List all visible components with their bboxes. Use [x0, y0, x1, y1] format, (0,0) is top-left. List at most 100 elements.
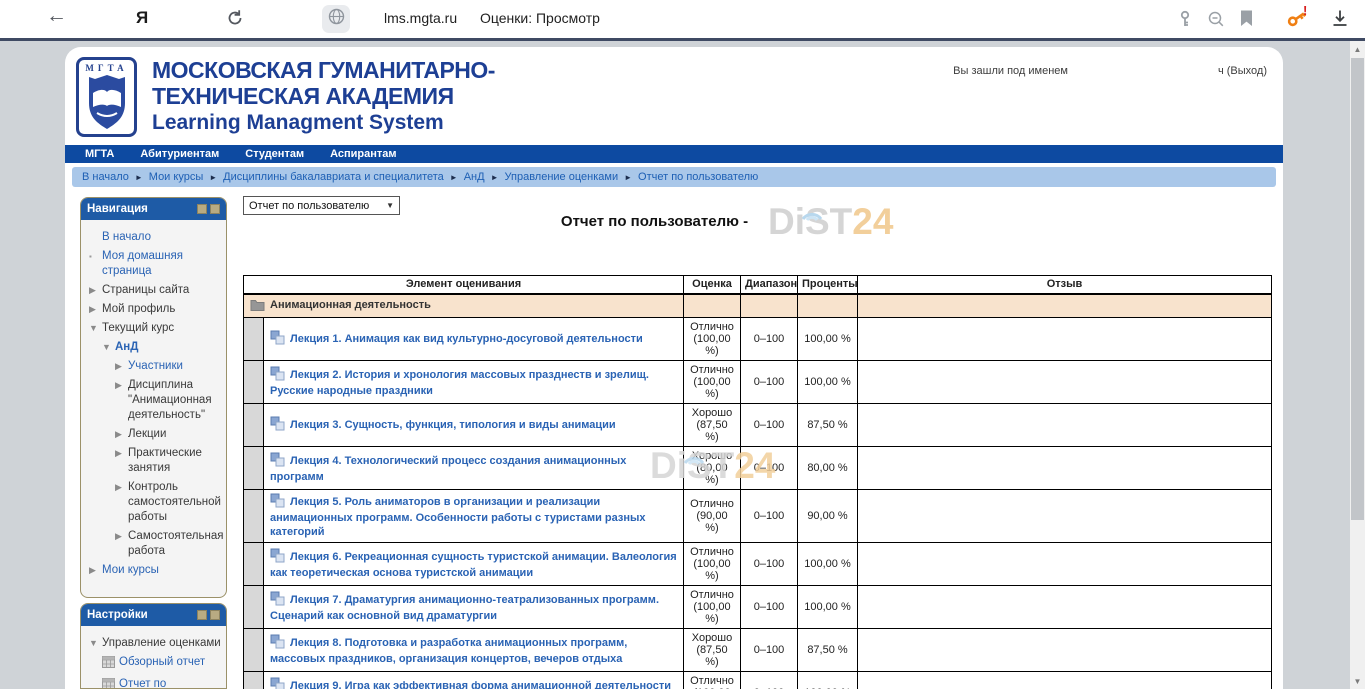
row-spacer-cell — [244, 403, 264, 446]
back-icon[interactable]: ← — [46, 4, 67, 28]
breadcrumb-link[interactable]: Отчет по пользователю — [638, 171, 758, 183]
nav-menu-item[interactable]: Аспирантам — [330, 148, 396, 160]
yandex-icon[interactable]: Я — [136, 8, 148, 28]
protect-key-alert-icon[interactable]: ! — [1284, 6, 1309, 31]
sidebar-item[interactable]: ▶Лекции — [87, 427, 223, 442]
empty-cell — [684, 294, 741, 318]
grade-item-link[interactable]: Лекция 3. Сущность, функция, типология и… — [290, 419, 616, 431]
expanded-arrow-icon: ▼ — [89, 321, 102, 336]
grade-item-link[interactable]: Лекция 8. Подготовка и разработка анимац… — [270, 637, 627, 665]
item-cell: Лекция 5. Роль аниматоров в организации … — [264, 489, 684, 542]
lesson-icon — [270, 634, 285, 652]
zoom-out-icon[interactable] — [1206, 9, 1226, 29]
navigation-block: Навигация В начало ▪Моя домашняя страница… — [80, 197, 227, 598]
range-cell: 0–100 — [741, 403, 798, 446]
sidebar-item[interactable]: ▶Участники — [87, 359, 223, 374]
page-background: МГТА МОСКОВСКАЯ ГУМАНИТАРНО- ТЕХНИЧЕСКАЯ… — [0, 41, 1365, 689]
grade-row: Лекция 6. Рекреационная сущность туристс… — [244, 542, 1272, 585]
grade-item-link[interactable]: Лекция 2. История и хронология массовых … — [270, 369, 649, 397]
grade-item-link[interactable]: Лекция 1. Анимация как вид культурно-дос… — [290, 333, 643, 345]
nav-menu-item[interactable]: Студентам — [245, 148, 304, 160]
sidebar-item[interactable]: ▶Мои курсы — [87, 563, 223, 578]
scroll-down-icon[interactable]: ▼ — [1350, 677, 1365, 686]
feedback-cell — [858, 489, 1272, 542]
sidebar-item[interactable]: ▶Контроль самостоятельной работы — [87, 480, 223, 525]
collapsed-arrow-icon: ▶ — [89, 283, 102, 298]
sidebar-item[interactable]: ▶Практические занятия — [87, 446, 223, 476]
sidebar-item-label: Обзорный отчет — [119, 655, 205, 670]
refresh-icon[interactable] — [226, 9, 244, 27]
scrollbar-thumb[interactable] — [1351, 58, 1364, 520]
sidebar-item[interactable]: ▶Страницы сайта — [87, 283, 223, 298]
column-header: Отзыв — [858, 276, 1272, 294]
password-key-icon[interactable] — [1176, 8, 1198, 30]
breadcrumb-link[interactable]: АнД — [464, 171, 485, 183]
grade-row: Лекция 8. Подготовка и разработка анимац… — [244, 628, 1272, 671]
address-url[interactable]: lms.mgta.ru — [384, 10, 457, 26]
column-header: Диапазон — [741, 276, 798, 294]
category-label: Анимационная деятельность — [270, 299, 431, 311]
feedback-cell — [858, 671, 1272, 689]
sidebar-item-label: Моя домашняя страница — [102, 249, 223, 279]
sidebar-item[interactable]: Отчет по пользователю — [87, 677, 223, 689]
sidebar-item[interactable]: ▶Дисциплина "Анимационная деятельность" — [87, 378, 223, 423]
sidebar-item[interactable]: Обзорный отчет — [87, 655, 223, 673]
vertical-scrollbar[interactable]: ▲ ▼ — [1350, 41, 1365, 689]
sidebar-item-label: Участники — [128, 359, 183, 374]
lesson-icon — [270, 591, 285, 609]
feedback-cell — [858, 446, 1272, 489]
sidebar-item-label: Текущий курс — [102, 321, 174, 336]
column-header: Элемент оценивания — [244, 276, 684, 294]
navigation-block-title: Навигация — [87, 203, 194, 215]
dock-block-icon[interactable] — [210, 610, 220, 620]
scroll-up-icon[interactable]: ▲ — [1350, 45, 1365, 54]
row-spacer-cell — [244, 360, 264, 403]
breadcrumb-link[interactable]: В начало — [82, 171, 129, 183]
header-row: Элемент оцениванияОценкаДиапазонПроценты… — [244, 276, 1272, 294]
sidebar-item[interactable]: ▼Управление оценками — [87, 636, 223, 651]
grade-row: Лекция 1. Анимация как вид культурно-дос… — [244, 317, 1272, 360]
sidebar-item[interactable]: ▪Моя домашняя страница — [87, 249, 223, 279]
breadcrumb-link[interactable]: Мои курсы — [149, 171, 203, 183]
logout-link[interactable]: ч (Выход) — [1218, 65, 1267, 77]
grade-item-link[interactable]: Лекция 5. Роль аниматоров в организации … — [270, 496, 646, 538]
grade-table-header: Элемент оцениванияОценкаДиапазонПроценты… — [244, 276, 1272, 294]
site-badge[interactable] — [322, 5, 350, 33]
lesson-icon — [270, 452, 285, 470]
grade-item-link[interactable]: Лекция 9. Игра как эффективная форма ани… — [270, 680, 671, 689]
collapse-block-icon[interactable] — [197, 204, 207, 214]
square-bullet-icon: ▪ — [89, 249, 102, 264]
collapse-block-icon[interactable] — [197, 610, 207, 620]
grade-item-link[interactable]: Лекция 7. Драматургия анимационно-театра… — [270, 594, 659, 622]
collapsed-arrow-icon: ▶ — [115, 359, 128, 374]
breadcrumb-link[interactable]: Дисциплины бакалавриата и специалитета — [223, 171, 444, 183]
dock-block-icon[interactable] — [210, 204, 220, 214]
sidebar-item-label: Лекции — [128, 427, 166, 442]
sidebar-item[interactable]: ▼Текущий курс — [87, 321, 223, 336]
settings-block-body: ▼Управление оценками Обзорный отчет Отчет … — [81, 626, 226, 689]
page-heading: Отчет по пользователю - — [243, 213, 1271, 230]
navigation-block-header: Навигация — [81, 198, 226, 220]
nav-menu-item[interactable]: МГТА — [85, 148, 114, 160]
grade-item-link[interactable]: Лекция 4. Технологический процесс создан… — [270, 455, 626, 483]
breadcrumb: В начало►Мои курсы►Дисциплины бакалавриа… — [72, 167, 1276, 187]
bookmark-icon[interactable] — [1240, 10, 1253, 27]
sidebar-item-label: Отчет по пользователю — [119, 677, 223, 689]
range-cell: 0–100 — [741, 489, 798, 542]
item-cell: Лекция 8. Подготовка и разработка анимац… — [264, 628, 684, 671]
sidebar-item-label: Дисциплина "Анимационная деятельность" — [128, 378, 223, 423]
sidebar-item-label: Мои курсы — [102, 563, 159, 578]
lesson-icon — [270, 330, 285, 348]
sidebar-item[interactable]: ▼АнД — [87, 340, 223, 355]
academy-logo[interactable]: МГТА — [76, 57, 137, 137]
lesson-icon — [270, 677, 285, 689]
nav-menu-item[interactable]: Абитуриентам — [140, 148, 219, 160]
sidebar-item[interactable]: ▶Самостоятельная работа — [87, 529, 223, 559]
breadcrumb-link[interactable]: Управление оценками — [505, 171, 619, 183]
collapsed-arrow-icon: ▶ — [89, 563, 102, 578]
grade-item-link[interactable]: Лекция 6. Рекреационная сущность туристс… — [270, 551, 677, 579]
sidebar-item[interactable]: В начало — [87, 230, 223, 245]
sidebar-item-label: АнД — [115, 340, 138, 355]
sidebar-item[interactable]: ▶Мой профиль — [87, 302, 223, 317]
download-icon[interactable] — [1330, 8, 1350, 28]
